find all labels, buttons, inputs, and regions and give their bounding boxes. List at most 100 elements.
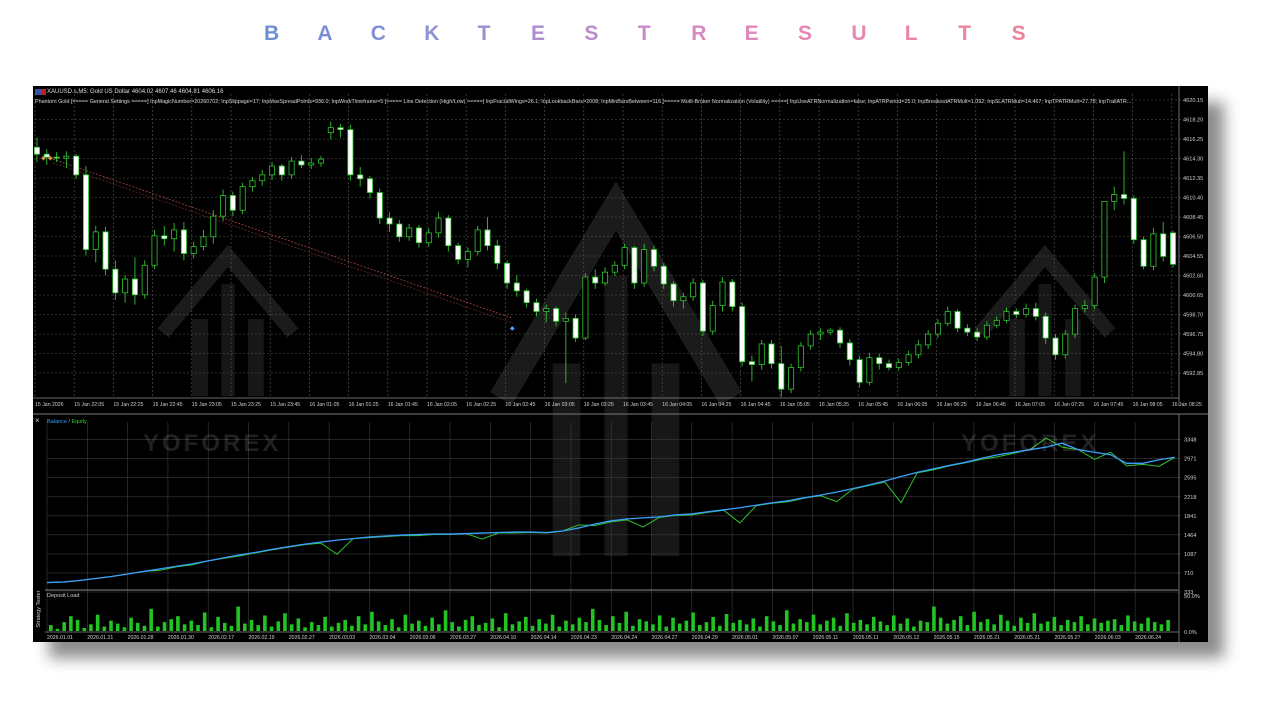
candle-body (210, 215, 217, 238)
candle-body (92, 231, 99, 250)
deposit-bar (530, 625, 535, 631)
deposit-bar (356, 616, 361, 631)
deposit-bar (216, 616, 220, 631)
candle-body (406, 227, 413, 238)
time-label: 16 Jan 03:25 (584, 402, 614, 408)
candle-body (1140, 239, 1147, 267)
candle-body (376, 192, 383, 219)
date-label: 2026.04.24 (611, 635, 637, 641)
deposit-bar (350, 625, 354, 631)
candle-body (357, 174, 364, 180)
date-label: 2026.04.10 (490, 635, 516, 641)
deposit-bar (590, 608, 595, 631)
date-label: 2026.05.21 (1014, 635, 1040, 641)
time-label: 16 Jan 05:25 (819, 402, 849, 408)
deposit-bar (129, 617, 133, 631)
equity-label: 2595 (1184, 476, 1196, 482)
deposit-bar (75, 619, 80, 631)
date-label: 2026.03.03 (329, 635, 355, 641)
deposit-bar (744, 624, 749, 631)
heading-letter: B (264, 22, 280, 45)
close-pane-icon[interactable]: × (35, 416, 40, 425)
date-label: 2026.05.21 (974, 635, 1000, 641)
candle-body (562, 317, 569, 322)
deposit-bar (109, 620, 113, 631)
deposit-bar (691, 612, 695, 631)
deposit-bar (149, 608, 153, 631)
deposit-bar (443, 610, 448, 631)
deposit-bar (651, 624, 655, 631)
time-label: 16 Jan 08:25 (1172, 402, 1202, 408)
deposit-bar (697, 625, 702, 631)
trendline-segment (52, 162, 514, 324)
candle-body (876, 357, 883, 364)
candle-body (817, 331, 824, 335)
heading-letter: R (691, 22, 707, 45)
candle-body (161, 235, 168, 240)
candle-body (513, 282, 520, 292)
deposit-bar (1106, 620, 1110, 631)
deposit-bar (831, 617, 836, 631)
candle-body (974, 331, 981, 338)
deposit-bar (718, 625, 722, 631)
price-label: 4618.20 (1183, 118, 1203, 124)
deposit-bar (570, 624, 575, 631)
candle-body (425, 232, 432, 244)
deposit-bar (524, 616, 528, 631)
deposit-min-label: 0.0% (1184, 630, 1197, 636)
deposit-bar (537, 619, 542, 631)
deposit-bar (544, 623, 548, 631)
deposit-bar (156, 626, 160, 631)
deposit-bar (892, 615, 896, 631)
deposit-bar (1039, 623, 1043, 631)
candle-body (63, 155, 70, 159)
deposit-bar (918, 620, 923, 631)
candle-body (366, 178, 373, 193)
candle-body (866, 357, 873, 383)
deposit-bar (236, 606, 240, 631)
tester-panes: 4620.15 4618.20 4616.25 4614.30 4612.35 4610.… (33, 86, 1208, 642)
candle-body (1111, 194, 1118, 202)
strategy-tester-tab[interactable]: Strategy Tester (36, 581, 42, 637)
candle-body (131, 278, 138, 296)
deposit-load-bars (49, 606, 1170, 631)
candle-body (122, 278, 129, 294)
deposit-bar (631, 625, 635, 631)
date-label: 2026.02.17 (208, 635, 234, 641)
heading-letter: T (958, 22, 972, 45)
candle-body (141, 264, 148, 296)
deposit-bar (604, 625, 608, 631)
deposit-bar (330, 626, 334, 631)
candle-body (827, 329, 834, 333)
heading-letter: S (584, 22, 599, 45)
time-label: 16 Jan 02:05 (427, 402, 457, 408)
deposit-bar (932, 606, 936, 631)
candle-body (709, 305, 716, 332)
deposit-load-title: Deposit Load (47, 593, 80, 599)
deposit-bar (457, 626, 461, 631)
candle-body (983, 324, 990, 338)
deposit-bar (858, 619, 863, 631)
price-label: 4594.80 (1183, 352, 1203, 358)
deposit-bar (878, 621, 883, 631)
deposit-bar (1032, 613, 1037, 631)
candle-body (396, 223, 403, 238)
deposit-bar (704, 622, 709, 631)
deposit-bar (1025, 622, 1030, 631)
candle-body (1170, 232, 1177, 265)
time-label: 16 Jan 06:45 (976, 402, 1006, 408)
equity-label: 2218 (1184, 495, 1196, 501)
date-label: 2026.06.24 (1135, 635, 1161, 641)
candle-body (455, 245, 462, 260)
candle-body (1003, 311, 1010, 321)
candle-body (886, 363, 893, 368)
deposit-bar (1092, 618, 1097, 631)
candle-body (553, 308, 560, 322)
candle-body (259, 174, 266, 182)
candle-body (1042, 316, 1049, 339)
date-axis: 2026.01.01 2026.01.21 2026.01.28 2026.01.30… (47, 635, 1161, 641)
deposit-bar (49, 625, 53, 631)
deposit-bar (416, 620, 421, 631)
candle-body (660, 265, 667, 285)
backtest-results-heading: BACKTESTRESULTS (0, 22, 1280, 48)
